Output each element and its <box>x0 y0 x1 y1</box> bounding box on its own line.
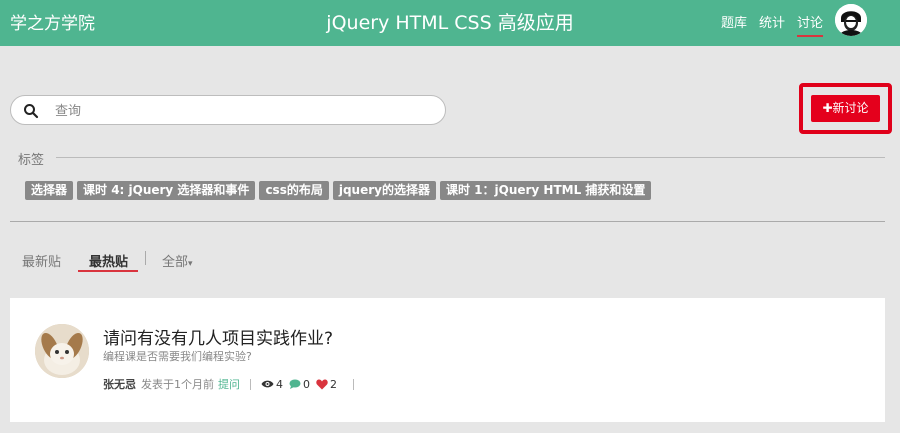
tags-divider <box>56 157 885 158</box>
tags-label: 标签 <box>18 153 45 168</box>
caret-down-icon: ▾ <box>188 259 193 269</box>
top-bar: 学之方学院 jQuery HTML CSS 高级应用 题库 统计 讨论 <box>0 0 900 46</box>
new-discussion-label: 新讨论 <box>832 101 869 115</box>
active-tab-indicator <box>78 270 138 272</box>
views-stat: 4 <box>261 378 283 391</box>
post-subtitle: 编程课是否需要我们编程实验? <box>103 350 252 363</box>
post-type-badge: 提问 <box>218 378 240 391</box>
tab-all-label: 全部 <box>162 255 189 270</box>
views-count: 4 <box>276 377 283 391</box>
section-divider <box>10 221 885 222</box>
tag-css-layout[interactable]: css的布局 <box>259 181 329 200</box>
nav-statistics[interactable]: 统计 <box>759 12 785 37</box>
heart-icon <box>316 379 328 389</box>
eye-icon <box>261 380 274 388</box>
tag-lesson-4[interactable]: 课时 4: jQuery 选择器和事件 <box>77 181 256 200</box>
post-card[interactable]: 请问有没有几人项目实践作业? 编程课是否需要我们编程实验? 张无忌 发表于1个月… <box>10 298 885 422</box>
likes-count: 2 <box>330 377 337 391</box>
search-input[interactable] <box>53 101 437 121</box>
tag-jquery-selector[interactable]: jquery的选择器 <box>332 181 436 200</box>
tab-hot[interactable]: 最热贴 <box>89 251 128 270</box>
meta-separator-end <box>353 378 354 390</box>
post-author[interactable]: 张无忌 <box>103 376 136 392</box>
tab-latest[interactable]: 最新贴 <box>22 251 61 270</box>
search-icon[interactable] <box>23 103 39 119</box>
post-time: 发表于1个月前 <box>141 378 214 391</box>
search-box <box>10 95 446 125</box>
comments-stat: 0 <box>289 378 310 391</box>
likes-stat: 2 <box>316 378 337 391</box>
tag-list: 选择器 课时 4: jQuery 选择器和事件 css的布局 jquery的选择… <box>25 181 652 200</box>
comment-icon <box>289 379 301 389</box>
top-nav: 题库 统计 讨论 <box>721 12 823 37</box>
meta-separator <box>250 378 251 390</box>
tab-separator <box>145 251 146 265</box>
post-title[interactable]: 请问有没有几人项目实践作业? <box>103 324 333 349</box>
new-discussion-button[interactable]: ✚新讨论 <box>811 95 880 122</box>
plus-icon: ✚ <box>822 101 833 115</box>
new-discussion-highlight: ✚新讨论 <box>799 83 892 134</box>
tag-lesson-1[interactable]: 课时 1：jQuery HTML 捕获和设置 <box>439 181 652 200</box>
nav-question-bank[interactable]: 题库 <box>721 12 747 37</box>
nav-discussion[interactable]: 讨论 <box>796 12 823 37</box>
author-avatar[interactable] <box>35 324 89 378</box>
user-avatar[interactable] <box>835 4 867 36</box>
tag-selector[interactable]: 选择器 <box>25 181 74 200</box>
comments-count: 0 <box>303 377 310 391</box>
tab-all-dropdown[interactable]: 全部▾ <box>162 251 193 270</box>
post-meta: 张无忌 发表于1个月前 提问 4 0 2 <box>103 376 364 392</box>
